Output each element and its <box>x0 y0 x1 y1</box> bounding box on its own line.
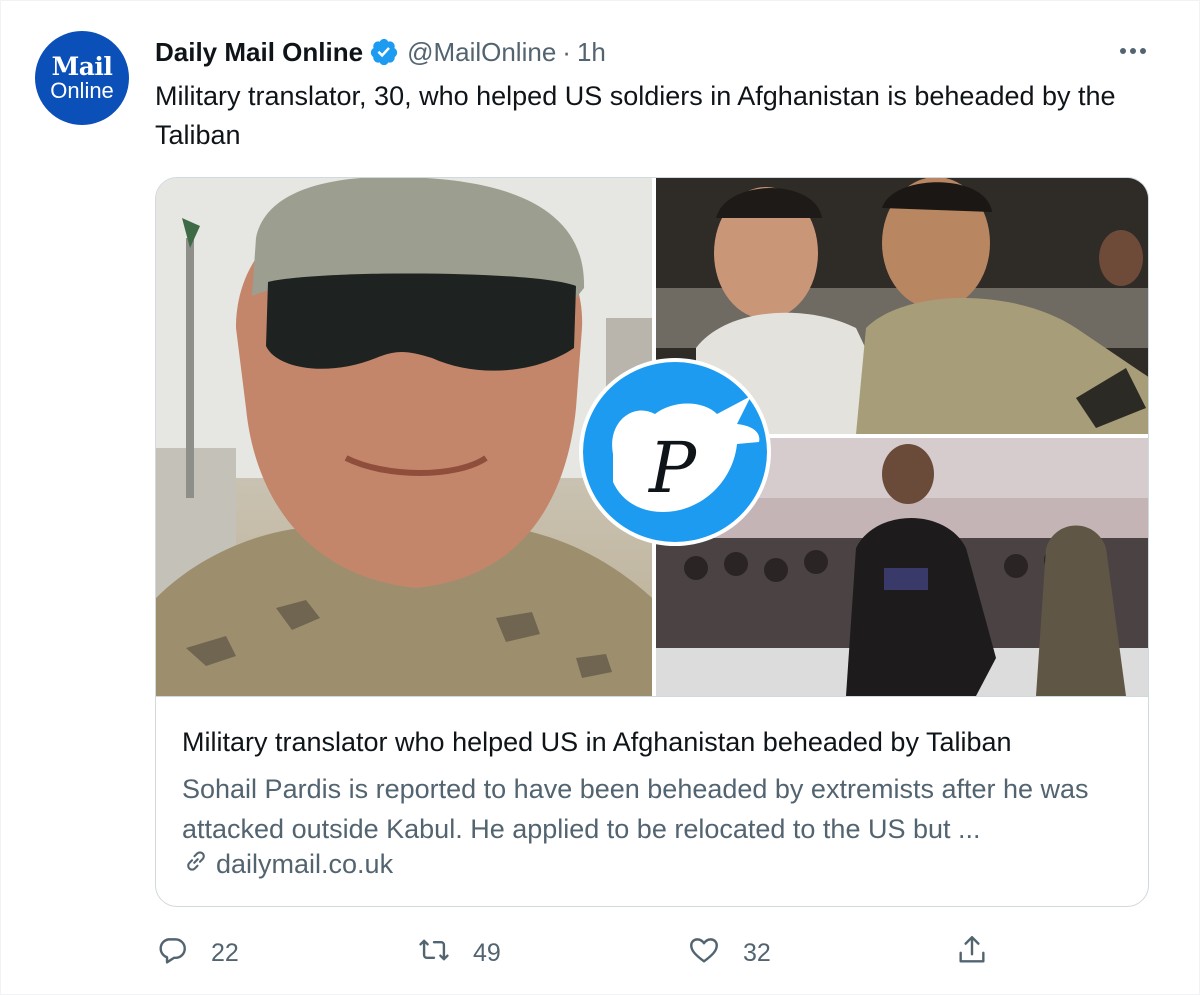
share-button[interactable] <box>955 931 989 975</box>
avatar-logo-line1: Mail <box>51 52 113 81</box>
tweet-text: Military translator, 30, who helped US s… <box>155 81 1116 150</box>
more-icon[interactable] <box>1113 37 1153 65</box>
card-description: Sohail Pardis is reported to have been b… <box>182 774 1089 844</box>
like-count: 32 <box>743 938 771 967</box>
link-icon <box>182 847 210 882</box>
card-photo-soldier <box>156 178 652 696</box>
card-domain-text: dailymail.co.uk <box>216 849 394 879</box>
tweet-header: Daily Mail Online @MailOnline · 1h <box>155 35 606 69</box>
tweet-actions: 22 49 32 <box>155 931 995 975</box>
reply-button[interactable]: 22 <box>155 931 239 975</box>
retweet-button[interactable]: 49 <box>417 931 501 975</box>
tweet-timestamp[interactable]: 1h <box>577 37 606 68</box>
reply-icon <box>155 933 189 974</box>
author-handle[interactable]: @MailOnline <box>407 37 556 68</box>
card-title[interactable]: Military translator who helped US in Afg… <box>182 727 1012 758</box>
retweet-count: 49 <box>473 938 501 967</box>
card-domain[interactable]: dailymail.co.uk <box>182 847 393 882</box>
tweet[interactable]: Mail Online Daily Mail Online @MailOnlin… <box>0 0 1200 995</box>
avatar-logo-line2: Online <box>50 78 114 103</box>
watermark-logo: P <box>579 358 771 546</box>
verified-badge-icon <box>369 37 399 67</box>
reply-count: 22 <box>211 938 239 967</box>
card-body[interactable]: Military translator who helped US in Afg… <box>156 696 1148 906</box>
author-name[interactable]: Daily Mail Online <box>155 37 363 68</box>
share-icon <box>955 933 989 974</box>
watermark-letter: P <box>647 427 698 509</box>
heart-icon <box>687 933 721 974</box>
retweet-icon <box>417 933 451 974</box>
separator-dot: · <box>562 36 571 67</box>
avatar[interactable]: Mail Online <box>35 31 129 125</box>
like-button[interactable]: 32 <box>687 931 771 975</box>
